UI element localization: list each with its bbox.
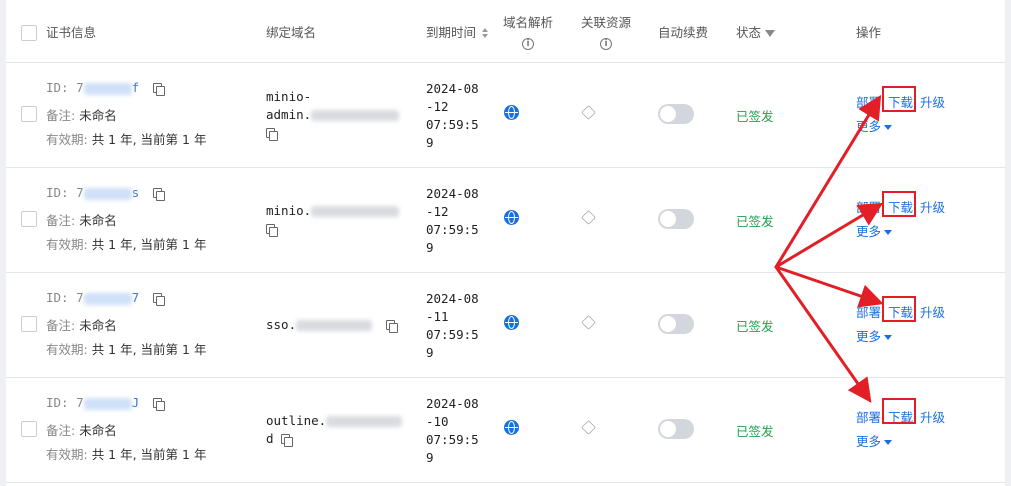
redacted-domain bbox=[311, 110, 400, 121]
deploy-link[interactable]: 部署 bbox=[856, 92, 881, 111]
cert-id: ID: 7s bbox=[46, 185, 165, 201]
upgrade-link[interactable]: 升级 bbox=[920, 197, 945, 216]
cert-id: ID: 7J bbox=[46, 395, 165, 411]
row-checkbox[interactable] bbox=[21, 211, 37, 227]
redacted-id bbox=[83, 397, 132, 410]
expire-time: 2024-08 -12 07:59:5 9 bbox=[426, 186, 479, 255]
globe-icon[interactable] bbox=[504, 420, 519, 435]
expire-time: 2024-08 -10 07:59:5 9 bbox=[426, 396, 479, 465]
copy-icon[interactable] bbox=[152, 292, 165, 306]
table-row: ID: 7s 备注: 未命名 有效期: 共 1 年, 当前第 1 年 minio… bbox=[6, 168, 1005, 273]
cube-icon bbox=[581, 420, 596, 435]
redacted-domain bbox=[296, 320, 373, 331]
cert-validity: 有效期: 共 1 年, 当前第 1 年 bbox=[46, 132, 207, 147]
upgrade-link[interactable]: 升级 bbox=[920, 407, 945, 426]
cert-validity: 有效期: 共 1 年, 当前第 1 年 bbox=[46, 447, 207, 462]
globe-icon[interactable] bbox=[504, 105, 519, 120]
info-icon[interactable]: i bbox=[600, 38, 612, 50]
highlight-box bbox=[882, 86, 916, 112]
col-status: 状态 bbox=[736, 25, 776, 41]
deploy-link[interactable]: 部署 bbox=[856, 302, 881, 321]
cert-validity: 有效期: 共 1 年, 当前第 1 年 bbox=[46, 237, 207, 252]
copy-icon[interactable] bbox=[152, 187, 165, 201]
more-dropdown[interactable]: 更多 bbox=[856, 221, 893, 240]
status-badge: 已签发 bbox=[736, 319, 774, 334]
auto-renew-toggle[interactable] bbox=[658, 104, 694, 124]
bound-domain: minio. bbox=[266, 202, 400, 238]
cube-icon bbox=[581, 315, 596, 330]
cert-note: 备注: 未命名 bbox=[46, 423, 117, 438]
redacted-id bbox=[83, 292, 132, 305]
cert-id: ID: 77 bbox=[46, 290, 165, 306]
expire-time: 2024-08 -11 07:59:5 9 bbox=[426, 291, 479, 360]
bound-domain: outline. d bbox=[266, 412, 403, 448]
col-auto-renew: 自动续费 bbox=[658, 25, 709, 40]
auto-renew-toggle[interactable] bbox=[658, 314, 694, 334]
col-dns: 域名解析 i bbox=[503, 15, 554, 50]
globe-icon[interactable] bbox=[504, 210, 519, 225]
status-badge: 已签发 bbox=[736, 424, 774, 439]
cube-icon bbox=[581, 210, 596, 225]
cube-icon bbox=[581, 105, 596, 120]
upgrade-link[interactable]: 升级 bbox=[920, 302, 945, 321]
copy-icon[interactable] bbox=[385, 319, 398, 333]
bound-domain: sso. bbox=[266, 316, 398, 334]
sort-icon[interactable] bbox=[482, 28, 488, 38]
row-checkbox[interactable] bbox=[21, 421, 37, 437]
cert-validity: 有效期: 共 1 年, 当前第 1 年 bbox=[46, 342, 207, 357]
redacted-id bbox=[83, 187, 132, 200]
expire-time: 2024-08 -12 07:59:5 9 bbox=[426, 81, 479, 150]
table-row: ID: 7f 备注: 未命名 有效期: 共 1 年, 当前第 1 年 minio… bbox=[6, 63, 1005, 168]
copy-icon[interactable] bbox=[266, 223, 278, 237]
more-dropdown[interactable]: 更多 bbox=[856, 116, 893, 135]
certificate-table: 证书信息 绑定域名 到期时间 域名解析 i 关联资源 i 自动续费 状态 操作 … bbox=[6, 0, 1005, 486]
copy-icon[interactable] bbox=[152, 397, 165, 411]
more-dropdown[interactable]: 更多 bbox=[856, 326, 893, 345]
row-checkbox[interactable] bbox=[21, 316, 37, 332]
chevron-down-icon bbox=[884, 335, 893, 340]
bound-domain: minio- admin. bbox=[266, 88, 400, 142]
auto-renew-toggle[interactable] bbox=[658, 419, 694, 439]
chevron-down-icon bbox=[884, 440, 893, 445]
col-actions: 操作 bbox=[856, 25, 882, 40]
copy-icon[interactable] bbox=[266, 127, 278, 141]
upgrade-link[interactable]: 升级 bbox=[920, 92, 945, 111]
cert-note: 备注: 未命名 bbox=[46, 108, 117, 123]
status-badge: 已签发 bbox=[736, 214, 774, 229]
globe-icon[interactable] bbox=[504, 315, 519, 330]
auto-renew-toggle[interactable] bbox=[658, 209, 694, 229]
col-related: 关联资源 i bbox=[581, 15, 632, 50]
deploy-link[interactable]: 部署 bbox=[856, 407, 881, 426]
filter-icon[interactable] bbox=[765, 30, 776, 37]
redacted-domain bbox=[311, 206, 400, 217]
copy-icon[interactable] bbox=[152, 82, 165, 96]
highlight-box bbox=[882, 191, 916, 217]
status-badge: 已签发 bbox=[736, 109, 774, 124]
redacted-id bbox=[83, 82, 132, 95]
deploy-link[interactable]: 部署 bbox=[856, 197, 881, 216]
table-header: 证书信息 绑定域名 到期时间 域名解析 i 关联资源 i 自动续费 状态 操作 bbox=[6, 0, 1005, 63]
highlight-box bbox=[882, 398, 916, 424]
table-row: ID: 7J 备注: 未命名 有效期: 共 1 年, 当前第 1 年 outli… bbox=[6, 378, 1005, 483]
redacted-domain bbox=[326, 416, 403, 427]
highlight-box bbox=[882, 296, 916, 322]
col-bound-domain: 绑定域名 bbox=[266, 25, 317, 40]
table-row: ID: 77 备注: 未命名 有效期: 共 1 年, 当前第 1 年 sso. … bbox=[6, 273, 1005, 378]
more-dropdown[interactable]: 更多 bbox=[856, 431, 893, 450]
cert-note: 备注: 未命名 bbox=[46, 213, 117, 228]
copy-icon[interactable] bbox=[281, 433, 294, 447]
info-icon[interactable]: i bbox=[522, 38, 534, 50]
cert-id: ID: 7f bbox=[46, 80, 165, 96]
select-all-checkbox[interactable] bbox=[21, 25, 37, 41]
cert-note: 备注: 未命名 bbox=[46, 318, 117, 333]
chevron-down-icon bbox=[884, 230, 893, 235]
chevron-down-icon bbox=[884, 125, 893, 130]
col-cert-info: 证书信息 bbox=[46, 25, 97, 40]
row-checkbox[interactable] bbox=[21, 106, 37, 122]
